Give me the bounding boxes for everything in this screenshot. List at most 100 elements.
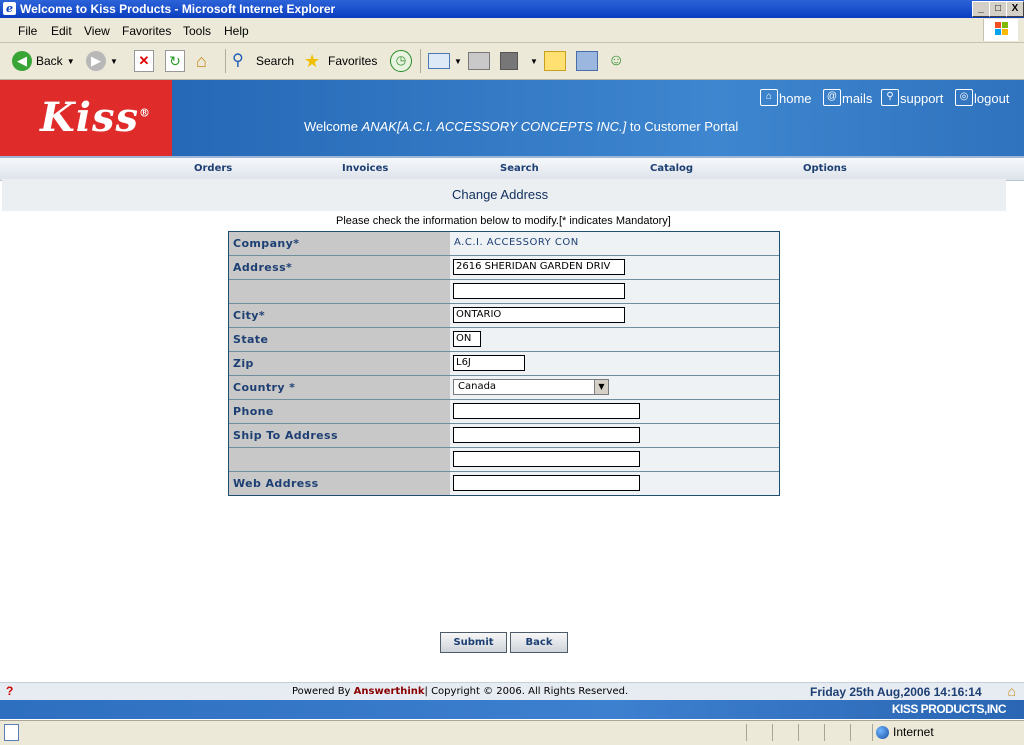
copyright-text: | Copyright © 2006. All Rights Reserved.	[424, 686, 629, 697]
country-select[interactable]: Canada ▼	[453, 379, 609, 395]
menu-file[interactable]: File	[18, 24, 37, 38]
menu-view[interactable]: View	[84, 24, 110, 38]
ship2-cell	[450, 448, 779, 471]
web-cell	[450, 472, 779, 495]
welcome-suffix: to Customer Portal	[629, 119, 739, 134]
address-line2-input[interactable]	[453, 283, 625, 299]
logout-link[interactable]: ◎ logout	[955, 89, 1009, 106]
forward-dropdown-icon[interactable]: ▼	[110, 57, 118, 66]
back-label: Back	[36, 54, 63, 68]
search-icon: ⚲	[232, 52, 244, 69]
form-row-city: City* ONTARIO	[229, 303, 779, 327]
messenger-button[interactable]: ☺	[608, 51, 630, 71]
powered-prefix: Powered By	[292, 686, 351, 697]
address2-label	[229, 280, 453, 303]
form-row-company: Company* A.C.I. ACCESSORY CON	[229, 232, 779, 255]
ship-to-line1-input[interactable]	[453, 427, 640, 443]
city-cell: ONTARIO	[450, 304, 779, 327]
ship-to-line2-input[interactable]	[453, 451, 640, 467]
history-icon: ◷	[390, 50, 412, 72]
nav-orders[interactable]: Orders	[194, 163, 232, 174]
powered-by-text: Powered By Answerthink| Copyright © 2006…	[292, 686, 628, 697]
maximize-button[interactable]: □	[989, 1, 1007, 17]
note-icon	[544, 51, 566, 71]
address-label: Address*	[229, 256, 453, 279]
back-button[interactable]: ◀ Back ▼	[12, 51, 75, 71]
web-address-input[interactable]	[453, 475, 640, 491]
zip-input[interactable]: L6J	[453, 355, 525, 371]
home-icon: ⌂	[760, 89, 778, 106]
country-label: Country *	[229, 376, 453, 399]
nav-search[interactable]: Search	[500, 163, 539, 174]
discuss-button[interactable]	[544, 51, 566, 71]
window-title: Welcome to Kiss Products - Microsoft Int…	[20, 2, 336, 16]
menu-tools[interactable]: Tools	[183, 24, 211, 38]
research-icon	[576, 51, 598, 71]
stop-button[interactable]: ✕	[134, 50, 154, 72]
form-row-phone: Phone	[229, 399, 779, 423]
zip-cell: L6J	[450, 352, 779, 375]
search-label: Search	[256, 54, 295, 68]
home-icon: ⌂	[196, 51, 207, 71]
research-button[interactable]	[576, 51, 598, 71]
menu-edit[interactable]: Edit	[51, 24, 72, 38]
edit-dropdown-icon[interactable]: ▼	[530, 57, 538, 66]
phone-input[interactable]	[453, 403, 640, 419]
ship-to-label: Ship To Address	[229, 424, 453, 447]
ship-to2-label	[229, 448, 453, 471]
home-link-label: home	[779, 91, 812, 106]
mail-icon	[428, 53, 450, 69]
help-icon[interactable]: ?	[6, 684, 13, 698]
answerthink-link[interactable]: Answerthink	[354, 686, 425, 697]
home-link[interactable]: ⌂ home	[760, 89, 812, 106]
chevron-down-icon[interactable]: ▼	[594, 380, 608, 394]
minimize-button[interactable]: _	[972, 1, 990, 17]
browser-toolbar: ◀ Back ▼ ▶ ▼ ✕ ↻ ⌂ ⚲ Search ★ Favorites …	[0, 43, 1024, 81]
mail-dropdown-icon[interactable]: ▼	[454, 57, 462, 66]
city-input[interactable]: ONTARIO	[453, 307, 625, 323]
support-link[interactable]: ⚲ support	[881, 89, 943, 106]
stop-icon: ✕	[134, 50, 154, 72]
back-form-button[interactable]: Back	[510, 632, 568, 653]
form-row-ship: Ship To Address	[229, 423, 779, 447]
edit-button[interactable]: ▼	[500, 51, 538, 71]
page-footer: ? Powered By Answerthink| Copyright © 20…	[0, 682, 1024, 701]
forward-arrow-icon: ▶	[86, 51, 106, 71]
forward-button[interactable]: ▶ ▼	[86, 51, 118, 71]
history-button[interactable]: ◷	[390, 50, 412, 72]
menu-favorites[interactable]: Favorites	[122, 24, 171, 38]
messenger-icon: ☺	[608, 52, 625, 69]
mails-link-label: mails	[842, 91, 873, 106]
form-row-state: State ON	[229, 327, 779, 351]
country-selected-value: Canada	[458, 381, 497, 392]
company-value: A.C.I. ACCESSORY CON	[454, 237, 579, 248]
close-button[interactable]: X	[1006, 1, 1024, 17]
home-icon[interactable]: ⌂	[1008, 683, 1016, 699]
support-link-label: support	[900, 91, 944, 106]
brand-bar: KISS PRODUCTS,INC	[0, 700, 1024, 719]
nav-options[interactable]: Options	[803, 163, 847, 174]
refresh-button[interactable]: ↻	[165, 50, 185, 72]
print-button[interactable]	[468, 51, 490, 71]
home-button[interactable]: ⌂	[196, 51, 218, 71]
menu-help[interactable]: Help	[224, 24, 249, 38]
mail-button[interactable]: ▼	[428, 51, 462, 71]
submit-button[interactable]: Submit	[440, 632, 507, 653]
windows-logo-icon	[983, 19, 1018, 41]
welcome-message: Welcome ANAK[A.C.I. ACCESSORY CONCEPTS I…	[304, 119, 738, 134]
nav-catalog[interactable]: Catalog	[650, 163, 693, 174]
mails-link[interactable]: @ mails	[823, 89, 872, 106]
main-nav: Orders Invoices Search Catalog Options	[0, 156, 1024, 181]
address-line1-input[interactable]: 2616 SHERIDAN GARDEN DRIV	[453, 259, 625, 275]
web-address-label: Web Address	[229, 472, 453, 495]
printer-icon	[468, 52, 490, 70]
favorites-button[interactable]: ★ Favorites	[304, 51, 377, 71]
back-arrow-icon: ◀	[12, 51, 32, 71]
kiss-logo: Kiss®	[0, 80, 172, 156]
phone-cell	[450, 400, 779, 423]
search-button[interactable]: ⚲ Search	[232, 51, 294, 71]
city-label: City*	[229, 304, 453, 327]
state-input[interactable]: ON	[453, 331, 481, 347]
nav-invoices[interactable]: Invoices	[342, 163, 388, 174]
back-dropdown-icon[interactable]: ▼	[67, 57, 75, 66]
